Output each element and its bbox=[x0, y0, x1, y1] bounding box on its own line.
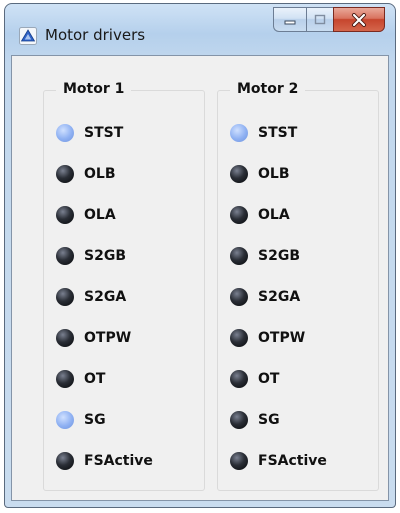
status-led-icon bbox=[230, 411, 248, 429]
minimize-button[interactable] bbox=[273, 7, 306, 32]
flag-label: OLA bbox=[258, 207, 290, 223]
status-led-icon bbox=[56, 452, 74, 470]
motor-1-stst-flag: STST bbox=[56, 121, 123, 145]
minimize-icon bbox=[284, 20, 296, 24]
status-led-icon bbox=[230, 288, 248, 306]
window-title: Motor drivers bbox=[45, 26, 146, 44]
maximize-icon bbox=[314, 14, 326, 24]
status-led-icon bbox=[230, 165, 248, 183]
flag-label: OLB bbox=[258, 166, 290, 182]
status-led-icon bbox=[56, 124, 74, 142]
motor-1-s2ga-flag: S2GA bbox=[56, 285, 126, 309]
status-led-icon bbox=[230, 452, 248, 470]
motor-2-fsactive-flag: FSActive bbox=[230, 449, 327, 473]
flag-label: S2GB bbox=[258, 248, 300, 264]
status-led-icon bbox=[56, 206, 74, 224]
client-area: Motor 1 STST OLB OLA S2GB S2GA OTPW OT S… bbox=[11, 55, 389, 501]
status-led-icon bbox=[56, 329, 74, 347]
motor-1-ola-flag: OLA bbox=[56, 203, 116, 227]
flag-label: OTPW bbox=[84, 330, 132, 346]
flag-label: S2GA bbox=[84, 289, 127, 305]
flag-label: FSActive bbox=[258, 453, 327, 469]
flag-label: OT bbox=[84, 371, 106, 387]
flag-label: STST bbox=[84, 125, 124, 141]
status-led-icon bbox=[230, 329, 248, 347]
motor-1-ot-flag: OT bbox=[56, 367, 105, 391]
motor-2-stst-flag: STST bbox=[230, 121, 297, 145]
app-triangle-icon bbox=[19, 27, 37, 45]
flag-label: FSActive bbox=[84, 453, 153, 469]
motor-1-group: Motor 1 STST OLB OLA S2GB S2GA OTPW OT S… bbox=[43, 81, 205, 491]
motor-drivers-window: Motor drivers Motor 1 STST OLB OLA S2GB … bbox=[4, 3, 396, 508]
status-led-icon bbox=[56, 288, 74, 306]
title-bar[interactable]: Motor drivers bbox=[5, 4, 395, 56]
status-led-icon bbox=[56, 165, 74, 183]
flag-label: OTPW bbox=[258, 330, 306, 346]
flag-label: SG bbox=[84, 412, 106, 428]
status-led-icon bbox=[56, 370, 74, 388]
motor-1-olb-flag: OLB bbox=[56, 162, 116, 186]
status-led-icon bbox=[56, 247, 74, 265]
close-button[interactable] bbox=[333, 7, 385, 32]
motor-2-group: Motor 2 STST OLB OLA S2GB S2GA OTPW OT S… bbox=[217, 81, 379, 491]
motor-2-title: Motor 2 bbox=[230, 81, 306, 97]
maximize-button[interactable] bbox=[306, 7, 333, 32]
motor-2-olb-flag: OLB bbox=[230, 162, 290, 186]
motor-2-ot-flag: OT bbox=[230, 367, 279, 391]
motor-2-ola-flag: OLA bbox=[230, 203, 290, 227]
motor-1-s2gb-flag: S2GB bbox=[56, 244, 126, 268]
motor-2-sg-flag: SG bbox=[230, 408, 280, 432]
flag-label: SG bbox=[258, 412, 280, 428]
motor-2-s2ga-flag: S2GA bbox=[230, 285, 300, 309]
motor-1-title: Motor 1 bbox=[56, 81, 132, 97]
motor-1-otpw-flag: OTPW bbox=[56, 326, 131, 350]
flag-label: OLB bbox=[84, 166, 116, 182]
flag-label: S2GA bbox=[258, 289, 301, 305]
motor-1-fsactive-flag: FSActive bbox=[56, 449, 153, 473]
flag-label: S2GB bbox=[84, 248, 126, 264]
status-led-icon bbox=[230, 124, 248, 142]
caption-buttons bbox=[273, 7, 385, 33]
status-led-icon bbox=[230, 247, 248, 265]
close-icon bbox=[352, 12, 366, 27]
flag-label: STST bbox=[258, 125, 298, 141]
status-led-icon bbox=[230, 370, 248, 388]
motor-1-sg-flag: SG bbox=[56, 408, 106, 432]
motor-2-otpw-flag: OTPW bbox=[230, 326, 305, 350]
status-led-icon bbox=[230, 206, 248, 224]
flag-label: OLA bbox=[84, 207, 116, 223]
status-led-icon bbox=[56, 411, 74, 429]
motor-2-s2gb-flag: S2GB bbox=[230, 244, 300, 268]
flag-label: OT bbox=[258, 371, 280, 387]
